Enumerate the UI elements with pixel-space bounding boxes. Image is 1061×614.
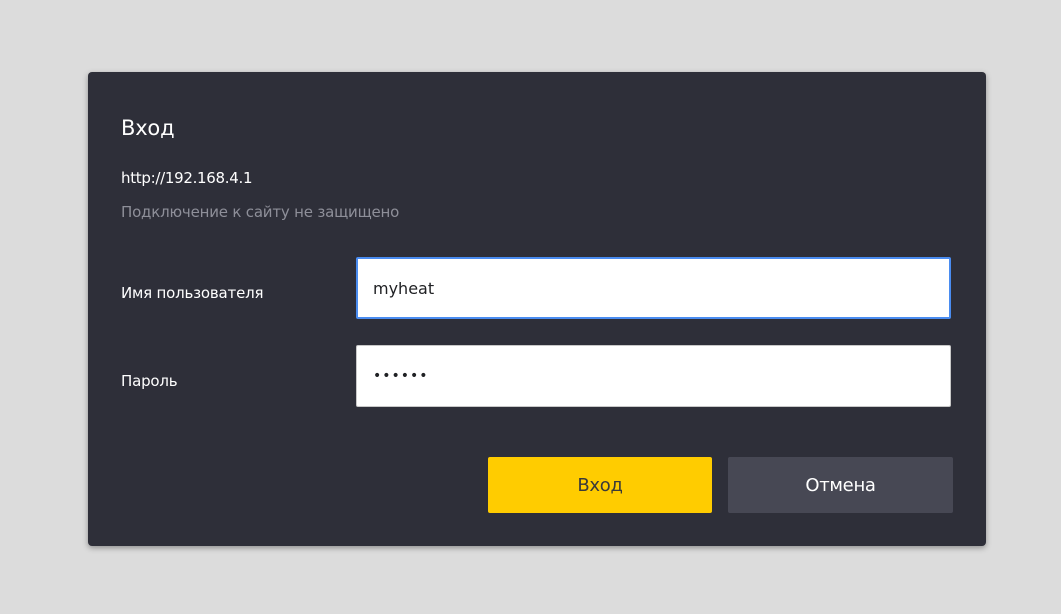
username-label: Имя пользователя [121, 284, 264, 302]
login-button[interactable]: Вход [488, 457, 712, 513]
password-input[interactable] [356, 345, 951, 407]
site-url: http://192.168.4.1 [121, 169, 253, 187]
username-input[interactable] [356, 257, 951, 319]
connection-security-note: Подключение к сайту не защищено [121, 203, 400, 221]
cancel-button[interactable]: Отмена [728, 457, 953, 513]
password-label: Пароль [121, 372, 178, 390]
dialog-title: Вход [121, 116, 175, 140]
login-dialog: Вход http://192.168.4.1 Подключение к са… [88, 72, 986, 546]
